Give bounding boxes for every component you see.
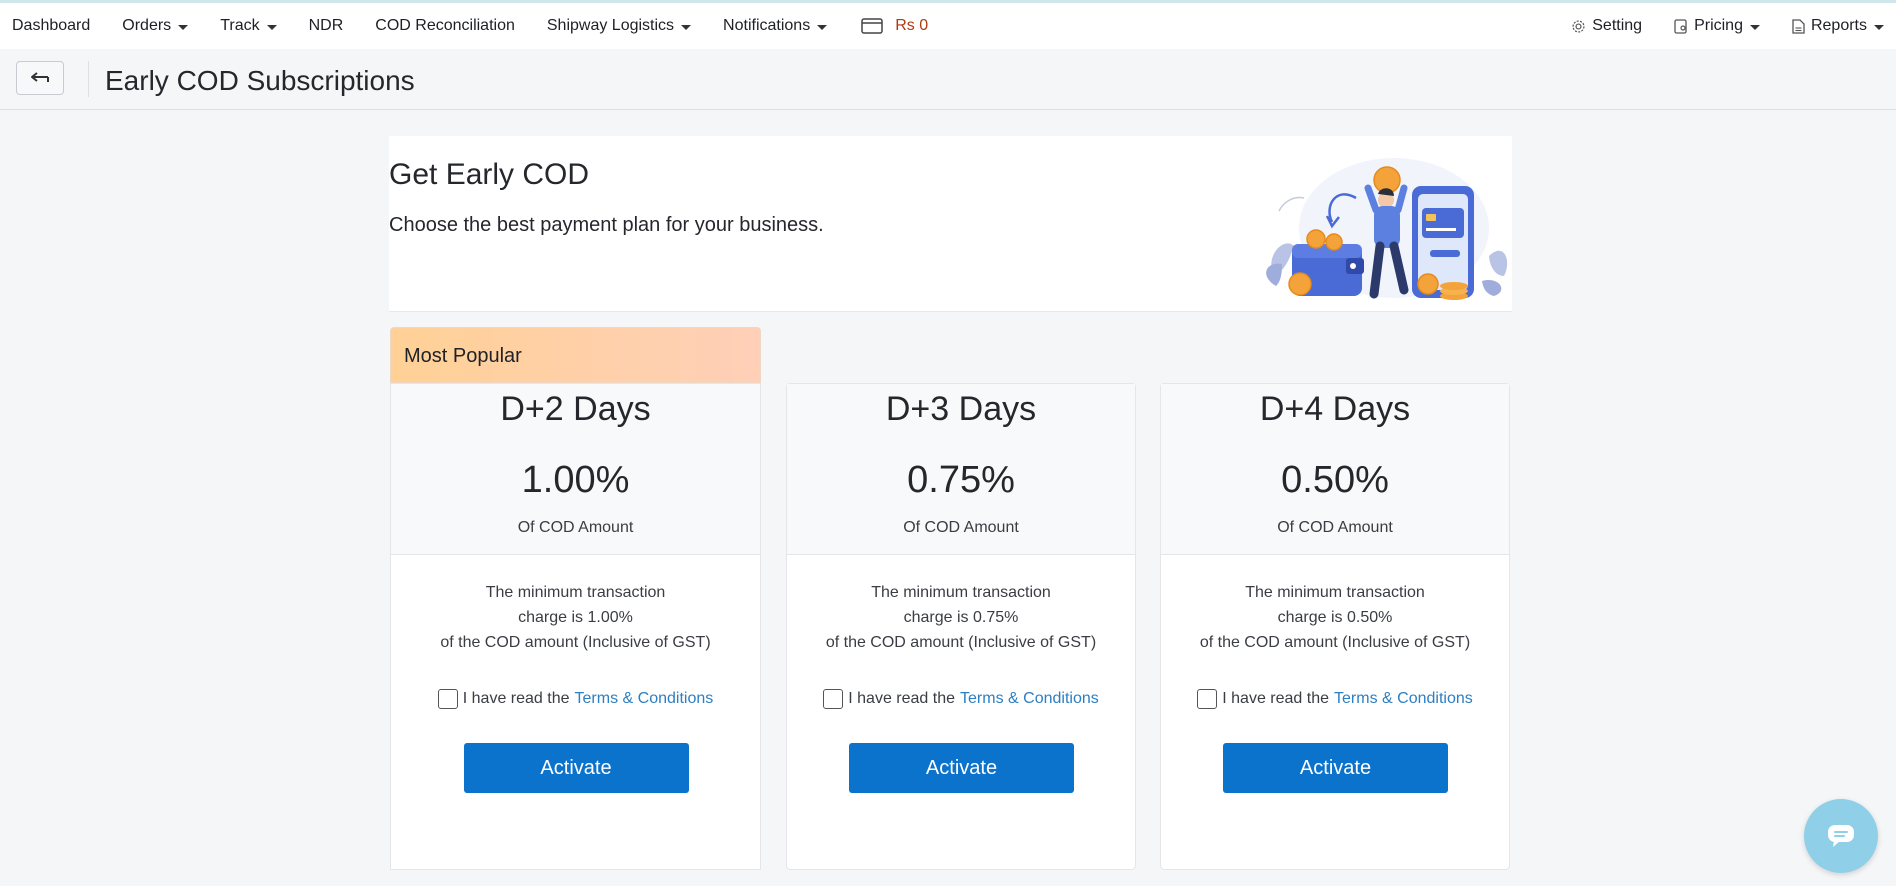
plan-description-line: charge is 1.00% [518, 609, 633, 626]
terms-link[interactable]: Terms & Conditions [575, 690, 714, 708]
plan-rate: 1.00% [521, 459, 630, 501]
plan-description-line: of the COD amount (Inclusive of GST) [1199, 634, 1471, 651]
nav-track-label: Track [220, 17, 260, 34]
nav-dashboard[interactable]: Dashboard [12, 17, 90, 35]
caret-down-icon [1874, 24, 1884, 30]
wallet-balance[interactable]: Rs 0 [861, 17, 928, 35]
nav-orders-label: Orders [122, 17, 172, 34]
back-arrow-icon [30, 71, 50, 85]
caret-down-icon [266, 24, 277, 30]
payment-illustration [1254, 136, 1512, 312]
plan-card-d2: D+2 Days 1.00% Of COD Amount The minimum… [390, 383, 761, 870]
plan-rate: 0.75% [907, 459, 1015, 501]
activate-button[interactable]: Activate [849, 743, 1074, 793]
navbar-left-group: Dashboard Orders Track NDR COD Reconcili… [12, 3, 960, 49]
terms-checkbox[interactable] [1197, 689, 1218, 709]
nav-ndr-label: NDR [308, 17, 344, 34]
terms-row: I have read the Terms & Conditions [1161, 689, 1509, 709]
plan-unit: Of COD Amount [903, 519, 1019, 536]
nav-pricing[interactable]: Pricing [1674, 17, 1760, 35]
hero-banner: Get Early COD Choose the best payment pl… [389, 136, 1512, 312]
plan-description-line: The minimum transaction [871, 584, 1051, 601]
terms-link[interactable]: Terms & Conditions [960, 690, 1099, 708]
plan-unit: Of COD Amount [517, 519, 634, 536]
plan-description-line: of the COD amount (Inclusive of GST) [440, 634, 711, 651]
nav-pricing-label: Pricing [1694, 17, 1743, 34]
chat-launcher-button[interactable] [1804, 799, 1878, 873]
most-popular-banner: Most Popular [390, 327, 761, 383]
plan-name: D+3 Days [885, 390, 1037, 428]
top-navbar: Dashboard Orders Track NDR COD Reconcili… [0, 3, 1896, 49]
wallet-amount: Rs 0 [895, 17, 929, 34]
caret-down-icon [681, 24, 692, 30]
nav-setting-label: Setting [1592, 17, 1643, 34]
terms-text: I have read the [848, 690, 956, 707]
caret-down-icon [178, 24, 189, 30]
terms-link[interactable]: Terms & Conditions [1334, 690, 1473, 708]
plan-header: D+3 Days 0.75% Of COD Amount [787, 384, 1135, 555]
nav-shipway-logistics[interactable]: Shipway Logistics [546, 17, 692, 35]
nav-orders[interactable]: Orders [122, 17, 189, 35]
nav-cod-reconciliation[interactable]: COD Reconciliation [375, 17, 515, 35]
terms-row: I have read the Terms & Conditions [787, 689, 1135, 709]
plan-rate: 0.50% [1281, 459, 1389, 501]
nav-reports-label: Reports [1810, 17, 1867, 34]
plan-card-d4: D+4 Days 0.50% Of COD Amount The minimum… [1160, 383, 1510, 870]
plan-description-line: charge is 0.75% [903, 609, 1019, 626]
terms-checkbox[interactable] [437, 689, 458, 709]
plan-description: The minimum transaction charge is 1.00% … [391, 580, 760, 655]
nav-shipway-logistics-label: Shipway Logistics [546, 17, 675, 34]
gear-icon [1571, 19, 1586, 34]
plan-name: D+2 Days [500, 390, 651, 428]
most-popular-label: Most Popular [404, 345, 522, 367]
caret-down-icon [817, 24, 828, 30]
chat-icon [1826, 823, 1856, 849]
plan-description-line: of the COD amount (Inclusive of GST) [825, 634, 1097, 651]
hero-title: Get Early COD [389, 158, 590, 191]
document-icon [1792, 18, 1805, 34]
tag-icon [1674, 18, 1688, 34]
plan-description: The minimum transaction charge is 0.75% … [787, 580, 1135, 655]
plan-unit: Of COD Amount [1277, 519, 1393, 536]
terms-row: I have read the Terms & Conditions [391, 689, 760, 709]
terms-checkbox[interactable] [823, 689, 844, 709]
header-divider [88, 61, 89, 97]
plan-description-line: The minimum transaction [485, 584, 666, 601]
nav-notifications-label: Notifications [723, 17, 811, 34]
plan-name: D+4 Days [1259, 390, 1411, 428]
plan-description: The minimum transaction charge is 0.50% … [1161, 580, 1509, 655]
plan-card-d3: D+3 Days 0.75% Of COD Amount The minimum… [786, 383, 1136, 870]
nav-track[interactable]: Track [220, 17, 277, 35]
terms-text: I have read the [1222, 690, 1330, 707]
nav-dashboard-label: Dashboard [12, 17, 91, 34]
plan-header: D+4 Days 0.50% Of COD Amount [1161, 384, 1509, 555]
page-header: Early COD Subscriptions [0, 49, 1896, 110]
nav-setting[interactable]: Setting [1571, 17, 1642, 35]
terms-text: I have read the [462, 690, 570, 707]
caret-down-icon [1749, 24, 1760, 30]
hero-subtitle: Choose the best payment plan for your bu… [389, 214, 824, 236]
plan-description-line: charge is 0.50% [1277, 609, 1393, 626]
back-button[interactable] [16, 61, 64, 95]
wallet-icon [861, 17, 883, 35]
plan-header: D+2 Days 1.00% Of COD Amount [391, 384, 760, 555]
page-title: Early COD Subscriptions [105, 65, 415, 96]
navbar-right-group: Setting Pricing Reports [1571, 3, 1896, 49]
nav-cod-reconciliation-label: COD Reconciliation [375, 17, 515, 34]
plan-description-line: The minimum transaction [1245, 584, 1425, 601]
nav-reports[interactable]: Reports [1792, 17, 1884, 35]
nav-notifications[interactable]: Notifications [723, 17, 828, 35]
activate-button[interactable]: Activate [463, 743, 689, 793]
activate-button[interactable]: Activate [1223, 743, 1448, 793]
nav-ndr[interactable]: NDR [309, 17, 344, 35]
